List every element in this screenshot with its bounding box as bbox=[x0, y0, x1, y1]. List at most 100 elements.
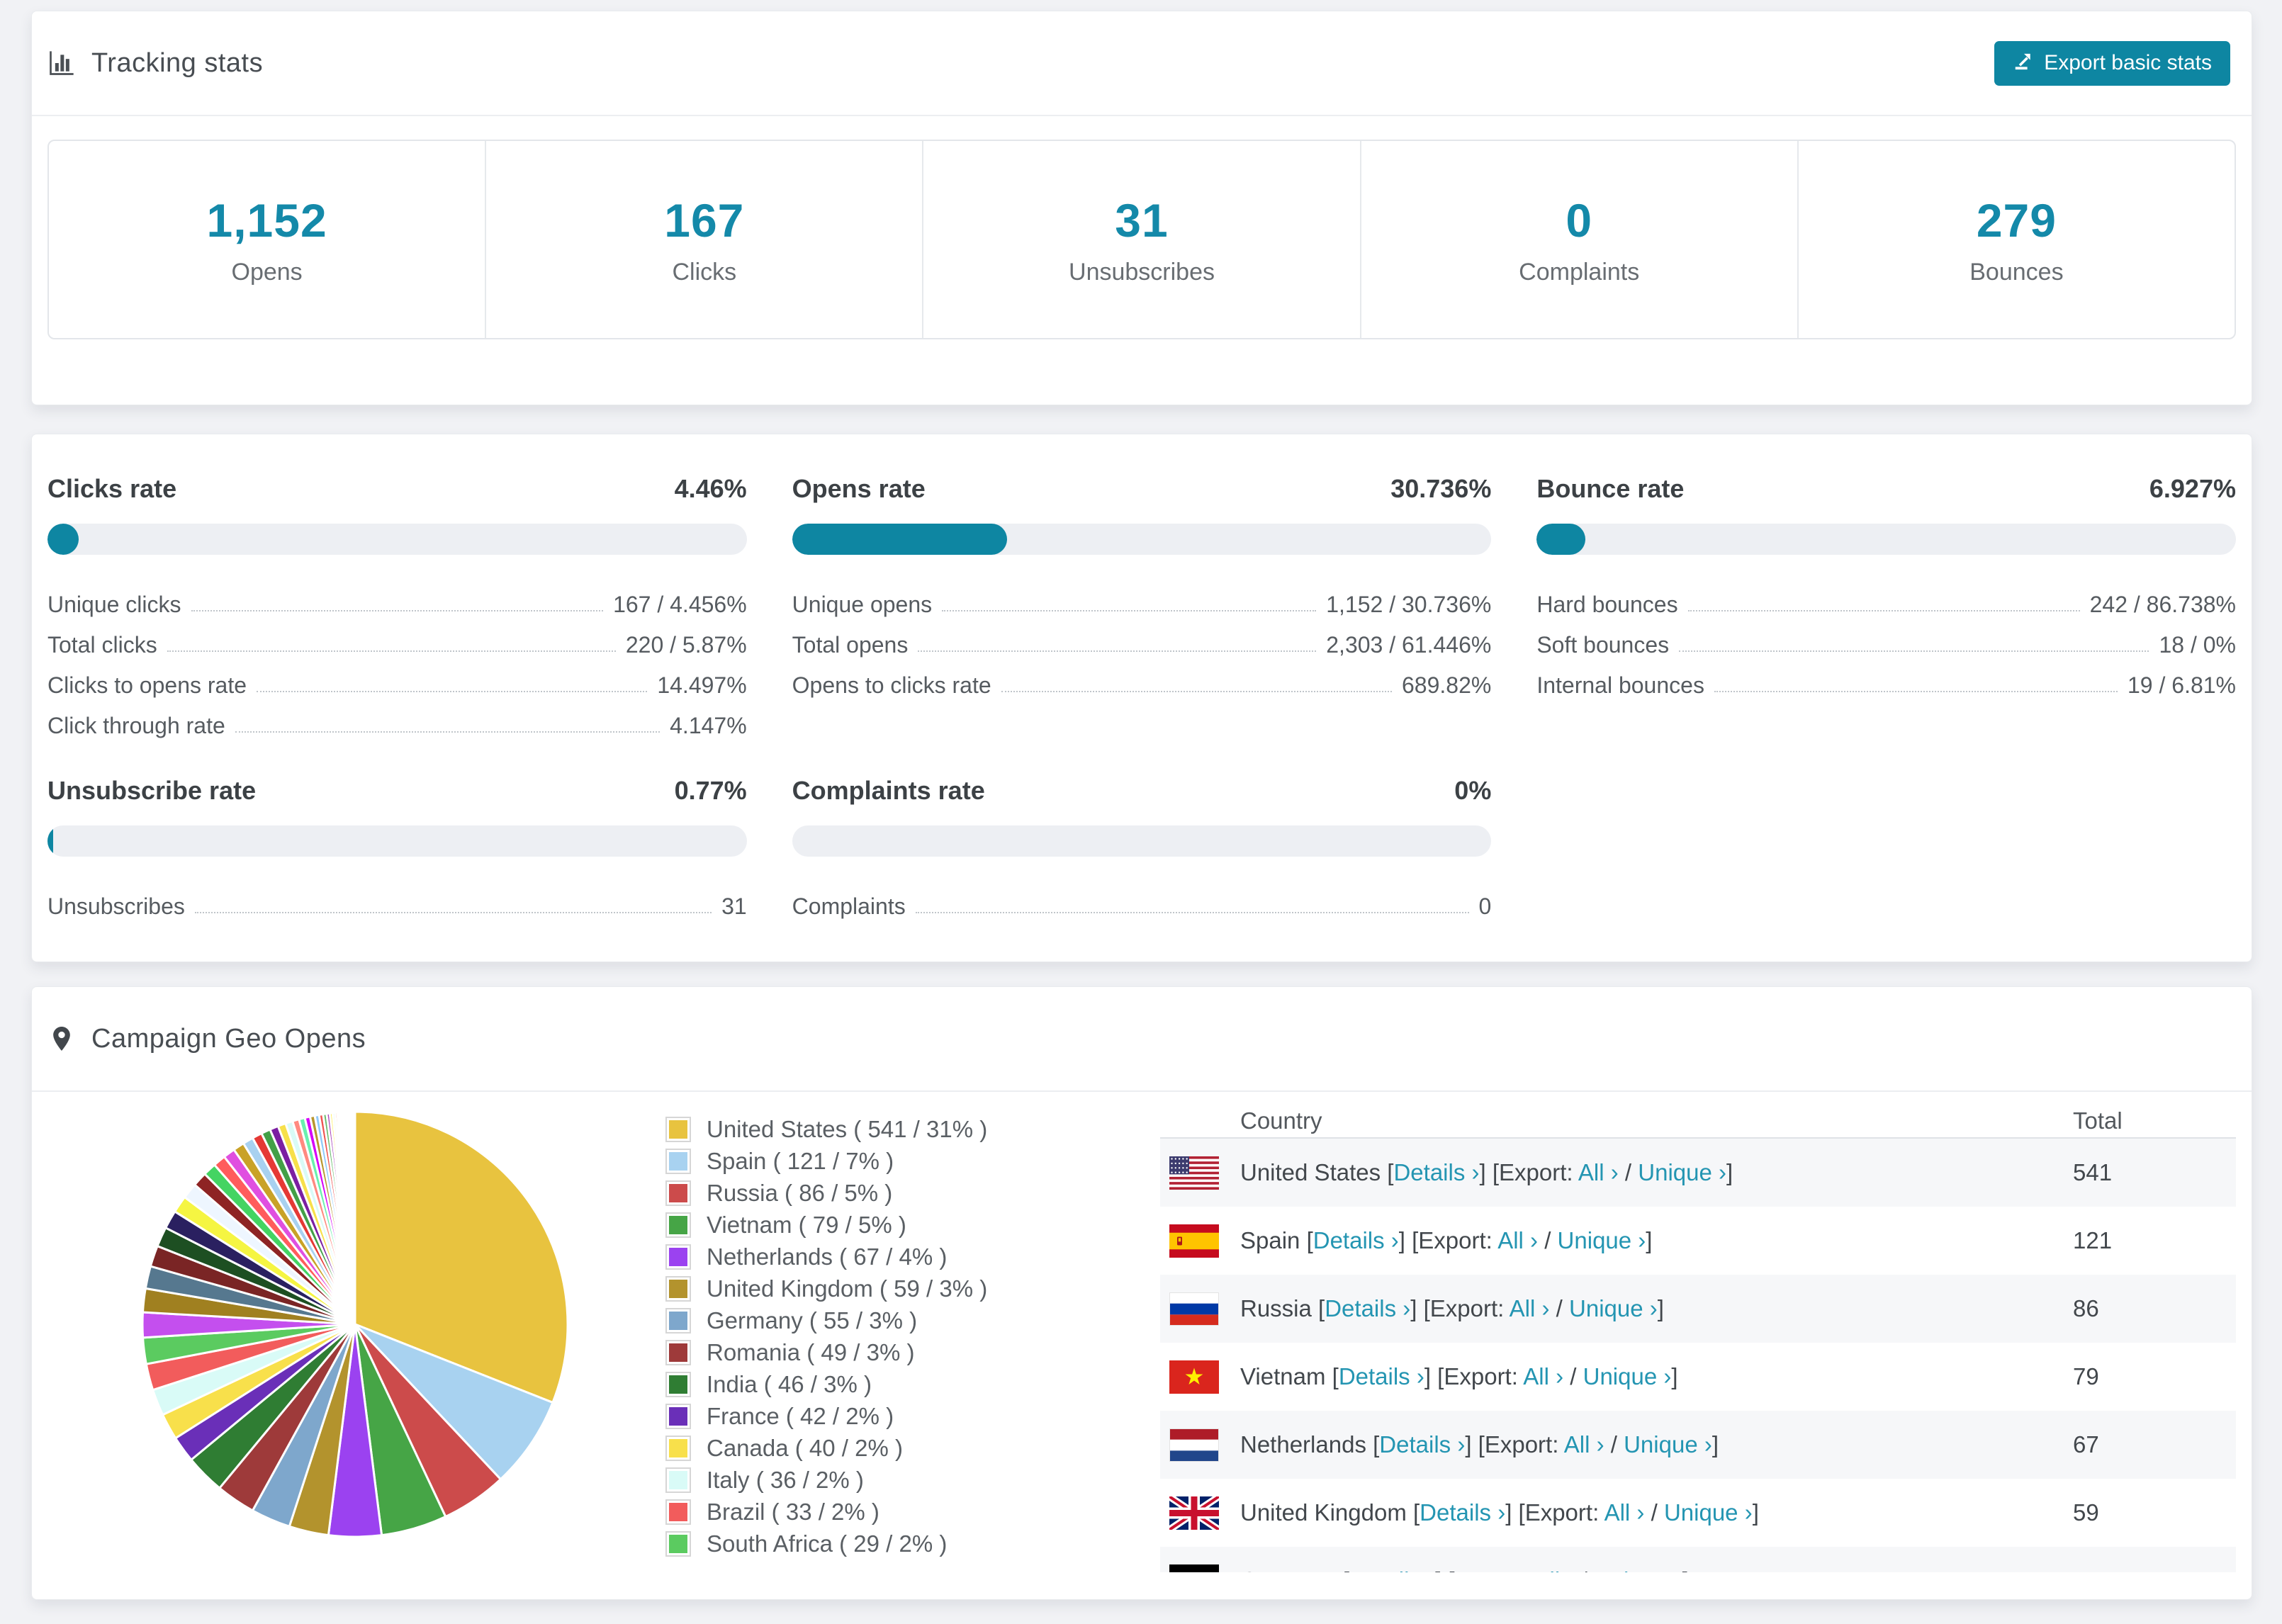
legend-item: Russia ( 86 / 5% ) bbox=[665, 1177, 987, 1209]
details-link[interactable]: Details › bbox=[1325, 1295, 1410, 1321]
rate-section-title: Complaints rate bbox=[792, 776, 985, 805]
rate-row-label: Unsubscribes bbox=[47, 893, 185, 919]
dotted-leader bbox=[257, 691, 648, 692]
export-unique-link[interactable]: Unique › bbox=[1569, 1295, 1658, 1321]
country-name: United States bbox=[1240, 1159, 1381, 1185]
dotted-leader bbox=[191, 610, 604, 611]
rate-row-value: 18 / 0% bbox=[2159, 632, 2236, 658]
dotted-leader bbox=[1687, 610, 2080, 611]
rate-section: Clicks rate 4.46% Unique clicks 167 / 4.… bbox=[47, 474, 747, 739]
bracket: ] bbox=[1752, 1499, 1759, 1526]
details-link[interactable]: Details › bbox=[1379, 1431, 1465, 1457]
country-name: Russia bbox=[1240, 1295, 1312, 1321]
export-unique-link[interactable]: Unique › bbox=[1558, 1227, 1646, 1253]
legend-swatch bbox=[665, 1307, 691, 1333]
legend-label: Russia ( 86 / 5% ) bbox=[707, 1179, 893, 1206]
rate-row-label: Opens to clicks rate bbox=[792, 672, 991, 698]
bracket: ] bbox=[1646, 1227, 1653, 1253]
country-cell: Spain [Details ›] [Export: All › / Uniqu… bbox=[1240, 1227, 2073, 1254]
legend-item: Brazil ( 33 / 2% ) bbox=[665, 1496, 987, 1528]
rate-row-value: 4.147% bbox=[670, 713, 747, 738]
legend-swatch bbox=[665, 1403, 691, 1429]
export-icon bbox=[2013, 50, 2034, 77]
rate-progress-bar bbox=[792, 825, 1492, 857]
details-link[interactable]: Details › bbox=[1349, 1567, 1435, 1572]
export-all-link[interactable]: All › bbox=[1534, 1567, 1575, 1572]
dotted-leader bbox=[918, 650, 1317, 652]
total-cell: 67 bbox=[2073, 1431, 2099, 1457]
export-unique-link[interactable]: Unique › bbox=[1583, 1363, 1672, 1389]
total-cell: 55 bbox=[2073, 1567, 2236, 1572]
stat-value: 0 bbox=[1566, 193, 1593, 247]
export-all-link[interactable]: All › bbox=[1497, 1227, 1538, 1253]
legend-item: France ( 42 / 2% ) bbox=[665, 1400, 987, 1432]
table-row: United States [Details ›] [Export: All ›… bbox=[1160, 1139, 2236, 1207]
legend-swatch bbox=[665, 1371, 691, 1397]
rate-progress-bar bbox=[47, 524, 747, 555]
geo-pie-chart bbox=[135, 1105, 575, 1544]
export-all-link[interactable]: All › bbox=[1578, 1159, 1619, 1185]
rate-section: Complaints rate 0% Complaints 0 bbox=[792, 776, 1492, 920]
legend-swatch bbox=[665, 1339, 691, 1365]
export-unique-link[interactable]: Unique › bbox=[1624, 1431, 1712, 1457]
total-cell: 541 bbox=[2073, 1159, 2113, 1185]
export-prefix: ] [Export: bbox=[1505, 1499, 1604, 1526]
rate-progress-fill bbox=[1536, 524, 1585, 555]
rate-row-value: 689.82% bbox=[1402, 672, 1492, 698]
rate-stat-row: Click through rate 4.147% bbox=[47, 699, 747, 739]
slash: / bbox=[1538, 1227, 1558, 1253]
legend-item: United Kingdom ( 59 / 3% ) bbox=[665, 1273, 987, 1304]
rate-stat-row: Complaints 0 bbox=[792, 879, 1492, 920]
legend-swatch bbox=[665, 1180, 691, 1206]
country-flag-icon bbox=[1169, 1156, 1219, 1190]
country-name: Germany bbox=[1240, 1567, 1337, 1572]
legend-label: Italy ( 36 / 2% ) bbox=[707, 1466, 864, 1493]
total-cell: 79 bbox=[2073, 1363, 2099, 1389]
export-all-link[interactable]: All › bbox=[1523, 1363, 1563, 1389]
details-link[interactable]: Details › bbox=[1339, 1363, 1424, 1389]
rate-progress-fill bbox=[47, 524, 79, 555]
export-unique-link[interactable]: Unique › bbox=[1638, 1159, 1726, 1185]
export-all-link[interactable]: All › bbox=[1564, 1431, 1604, 1457]
country-name: Vietnam bbox=[1240, 1363, 1326, 1389]
details-link[interactable]: Details › bbox=[1313, 1227, 1399, 1253]
country-name: Netherlands bbox=[1240, 1431, 1366, 1457]
slash: / bbox=[1563, 1363, 1583, 1389]
rate-row-label: Complaints bbox=[792, 893, 906, 919]
rate-progress-fill bbox=[792, 524, 1007, 555]
details-link[interactable]: Details › bbox=[1393, 1159, 1479, 1185]
rate-row-value: 31 bbox=[721, 893, 747, 919]
legend-item: United States ( 541 / 31% ) bbox=[665, 1113, 987, 1145]
summary-stat: 279 Bounces bbox=[1797, 141, 2235, 338]
export-all-link[interactable]: All › bbox=[1604, 1499, 1645, 1526]
legend-item: Italy ( 36 / 2% ) bbox=[665, 1464, 987, 1496]
country-cell: United Kingdom [Details ›] [Export: All … bbox=[1240, 1499, 2073, 1526]
rate-section-title: Unsubscribe rate bbox=[47, 776, 257, 805]
summary-stats: 1,152 Opens 167 Clicks 31 Unsubscribes 0… bbox=[47, 140, 2236, 339]
rate-row-value: 167 / 4.456% bbox=[613, 592, 747, 617]
summary-stat: 167 Clicks bbox=[485, 141, 922, 338]
rate-progress-fill bbox=[47, 825, 53, 857]
stat-label: Clicks bbox=[672, 258, 737, 286]
stat-label: Bounces bbox=[1969, 258, 2064, 286]
export-unique-link[interactable]: Unique › bbox=[1664, 1499, 1753, 1526]
legend-item: Canada ( 40 / 2% ) bbox=[665, 1432, 987, 1464]
rate-stat-row: Internal bounces 19 / 6.81% bbox=[1536, 658, 2236, 699]
dotted-leader bbox=[167, 650, 616, 652]
rate-section-value: 6.927% bbox=[2149, 474, 2236, 503]
export-all-link[interactable]: All › bbox=[1510, 1295, 1550, 1321]
total-cell: 121 bbox=[2073, 1227, 2113, 1253]
legend-swatch bbox=[665, 1148, 691, 1174]
rate-section-value: 4.46% bbox=[674, 474, 747, 503]
country-flag-icon bbox=[1169, 1224, 1219, 1258]
export-unique-link[interactable]: Unique › bbox=[1594, 1567, 1682, 1572]
export-button-label: Export basic stats bbox=[2044, 51, 2212, 74]
rate-row-label: Unique clicks bbox=[47, 592, 181, 617]
rate-row-label: Total clicks bbox=[47, 632, 157, 658]
stat-label: Unsubscribes bbox=[1069, 258, 1215, 286]
rate-stat-row: Unique clicks 167 / 4.456% bbox=[47, 577, 747, 618]
dotted-leader bbox=[1714, 691, 2118, 692]
export-basic-stats-button[interactable]: Export basic stats bbox=[1994, 40, 2230, 86]
details-link[interactable]: Details › bbox=[1420, 1499, 1505, 1526]
geo-opens-title: Campaign Geo Opens bbox=[47, 1024, 366, 1054]
